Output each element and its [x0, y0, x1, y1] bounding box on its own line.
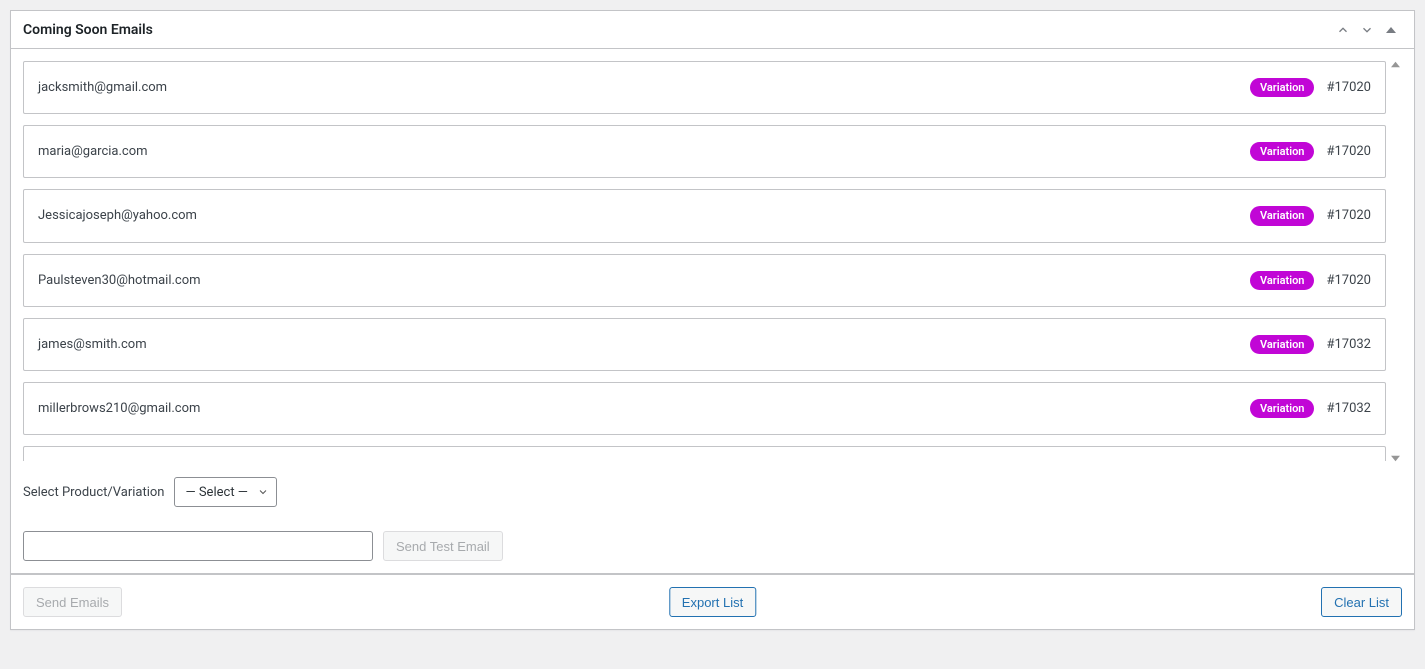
panel-controls	[1332, 19, 1402, 41]
list-item[interactable]: Paulsteven30@hotmail.com Variation #1702…	[23, 254, 1386, 307]
variation-badge: Variation	[1250, 271, 1314, 290]
list-item[interactable]: james@smith.com Variation #17032	[23, 318, 1386, 371]
variation-badge: Variation	[1250, 399, 1314, 418]
product-id: #17020	[1326, 273, 1371, 288]
test-email-input[interactable]	[23, 531, 373, 561]
email-address: Jessicajoseph@yahoo.com	[38, 208, 197, 223]
product-id: #17020	[1326, 144, 1371, 159]
filter-row: Select Product/Variation — Select —	[23, 477, 1402, 507]
product-id: #17020	[1326, 208, 1371, 223]
move-down-icon[interactable]	[1356, 19, 1378, 41]
email-list: jacksmith@gmail.com Variation #17020 mar…	[23, 61, 1402, 461]
scroll-down-icon[interactable]	[1388, 451, 1402, 465]
list-item[interactable]: maria@garcia.com Variation #17020	[23, 125, 1386, 178]
panel-body: jacksmith@gmail.com Variation #17020 mar…	[11, 49, 1414, 519]
email-address: maria@garcia.com	[38, 144, 148, 159]
variation-badge: Variation	[1250, 142, 1314, 161]
send-test-email-button[interactable]: Send Test Email	[383, 531, 503, 561]
clear-list-button[interactable]: Clear List	[1321, 587, 1402, 617]
test-email-row: Send Test Email	[11, 519, 1414, 574]
product-id: #17020	[1326, 80, 1371, 95]
list-item[interactable]: jacksmith@gmail.com Variation #17020	[23, 61, 1386, 114]
toggle-panel-icon[interactable]	[1380, 19, 1402, 41]
scroll-up-icon[interactable]	[1388, 57, 1402, 71]
coming-soon-emails-panel: Coming Soon Emails jacksmith@gmail.com V…	[10, 10, 1415, 630]
move-up-icon[interactable]	[1332, 19, 1354, 41]
send-emails-button[interactable]: Send Emails	[23, 587, 122, 617]
list-item[interactable]: amandabrian103@gmail.com Variation #1703…	[23, 446, 1386, 461]
email-address: james@smith.com	[38, 337, 147, 352]
actions-row: Send Emails Export List Clear List	[11, 574, 1414, 629]
export-list-button[interactable]: Export List	[669, 587, 756, 617]
filter-label: Select Product/Variation	[23, 485, 164, 500]
list-item[interactable]: millerbrows210@gmail.com Variation #1703…	[23, 382, 1386, 435]
email-list-container: jacksmith@gmail.com Variation #17020 mar…	[23, 61, 1402, 461]
variation-badge: Variation	[1250, 335, 1314, 354]
product-id: #17032	[1326, 401, 1371, 416]
variation-badge: Variation	[1250, 206, 1314, 225]
scrollbar[interactable]	[1388, 61, 1402, 461]
panel-title: Coming Soon Emails	[23, 22, 153, 38]
panel-header: Coming Soon Emails	[11, 11, 1414, 49]
list-item[interactable]: Jessicajoseph@yahoo.com Variation #17020	[23, 189, 1386, 242]
email-address: jacksmith@gmail.com	[38, 80, 167, 95]
select-value: — Select —	[185, 485, 247, 500]
email-address: Paulsteven30@hotmail.com	[38, 273, 201, 288]
email-address: millerbrows210@gmail.com	[38, 401, 200, 416]
product-variation-select[interactable]: — Select —	[174, 477, 276, 507]
variation-badge: Variation	[1250, 78, 1314, 97]
product-id: #17032	[1326, 337, 1371, 352]
